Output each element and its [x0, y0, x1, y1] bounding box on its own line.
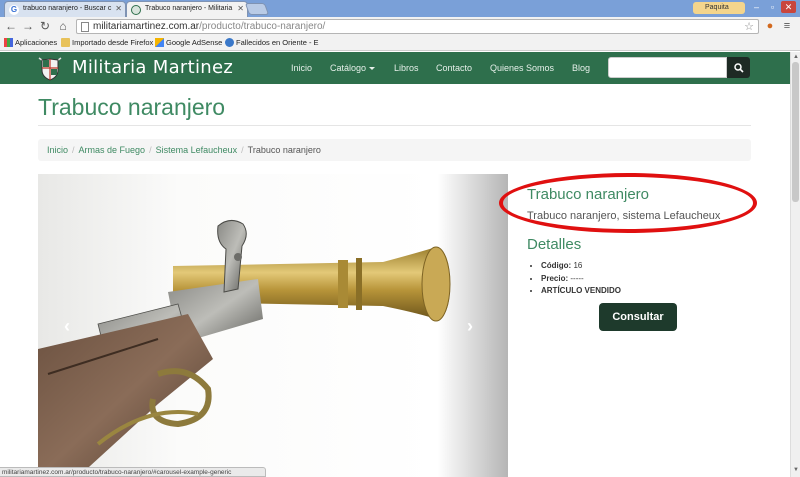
consultar-button[interactable]: Consultar: [599, 303, 677, 331]
new-tab-button[interactable]: [244, 3, 270, 15]
bookmark-aplicaciones[interactable]: Aplicaciones: [4, 38, 57, 47]
bookmark-label: Fallecidos en Oriente - E: [236, 38, 319, 47]
price-label: Precio:: [541, 273, 569, 283]
bookmark-label: Google AdSense: [166, 38, 223, 47]
site-navbar: Militaria Martinez Inicio Catálogo Libro…: [0, 52, 790, 84]
page-viewport: Militaria Martinez Inicio Catálogo Libro…: [0, 52, 790, 477]
tab-title: Trabuco naranjero - Militaria: [145, 5, 233, 12]
breadcrumb-sistema[interactable]: Sistema Lefaucheux: [156, 145, 238, 155]
nav-blog[interactable]: Blog: [572, 63, 590, 73]
breadcrumb-separator: /: [72, 145, 75, 155]
bookmarks-bar: Aplicaciones Importado desde Firefox Goo…: [0, 36, 800, 51]
close-icon[interactable]: ✕: [115, 4, 122, 13]
logo-emblem-icon[interactable]: [36, 54, 64, 82]
menu-icon[interactable]: ≡: [781, 20, 793, 32]
browser-tab-strip: G trabuco naranjero - Buscar c ✕ Trabuco…: [0, 0, 800, 17]
highlight-ellipse: [499, 173, 757, 233]
breadcrumb-separator: /: [149, 145, 152, 155]
site-brand[interactable]: Militaria Martinez: [72, 57, 233, 78]
home-icon[interactable]: ⌂: [56, 20, 70, 33]
bookmark-fallecidos[interactable]: Fallecidos en Oriente - E: [225, 38, 319, 47]
product-image-carousel[interactable]: ‹ ›: [38, 174, 508, 477]
carousel-next-icon[interactable]: ›: [467, 316, 473, 337]
site-search-input[interactable]: [608, 57, 727, 78]
url-path: /producto/trabuco-naranjero/: [199, 21, 326, 32]
url-host: militariamartinez.com.ar: [93, 21, 200, 32]
status-bar: militariamartinez.com.ar/producto/trabuc…: [0, 467, 266, 477]
forward-arrow-icon[interactable]: →: [21, 20, 35, 33]
code-label: Código:: [541, 261, 572, 270]
tab-militaria[interactable]: Trabuco naranjero - Militaria ✕: [126, 1, 248, 17]
nav-catalogo-label: Catálogo: [330, 63, 367, 73]
details-list: Código: 16 Precio: ----- ARTÍCULO VENDID…: [541, 261, 621, 299]
site-icon: [131, 5, 141, 15]
minimize-icon[interactable]: –: [749, 1, 764, 13]
breadcrumb: Inicio / Armas de Fuego / Sistema Lefaucheux…: [38, 139, 751, 161]
adsense-icon: [155, 38, 164, 47]
reload-icon[interactable]: ↻: [38, 20, 52, 33]
apps-grid-icon: [4, 38, 13, 47]
bookmark-star-icon[interactable]: ☆: [744, 20, 754, 33]
info-icon: [225, 38, 234, 47]
breadcrumb-inicio[interactable]: Inicio: [47, 145, 68, 155]
browser-toolbar: ← → ↻ ⌂ militariamartinez.com.ar/product…: [0, 17, 800, 36]
caret-down-icon: [369, 67, 376, 71]
scroll-thumb[interactable]: [792, 62, 799, 202]
user-profile-button[interactable]: Paquita: [693, 2, 745, 14]
bookmark-label: Aplicaciones: [15, 38, 58, 47]
folder-icon: [61, 38, 70, 47]
nav-catalogo[interactable]: Catálogo: [330, 63, 376, 73]
list-item: Código: 16: [541, 261, 621, 270]
breadcrumb-current: Trabuco naranjero: [247, 145, 321, 155]
price-value: -----: [570, 273, 584, 283]
list-item: ARTÍCULO VENDIDO: [541, 286, 621, 295]
extension-icon[interactable]: ●: [764, 20, 776, 32]
page-icon: [81, 22, 89, 32]
close-icon[interactable]: ✕: [237, 4, 244, 13]
user-name: Paquita: [705, 4, 729, 11]
search-button[interactable]: [727, 57, 750, 78]
carousel-prev-icon[interactable]: ‹: [64, 316, 70, 337]
page-scrollbar[interactable]: ▲ ▼: [790, 52, 800, 477]
close-window-icon[interactable]: ✕: [781, 1, 796, 13]
nav-libros[interactable]: Libros: [394, 63, 419, 73]
page-title: Trabuco naranjero: [38, 94, 226, 120]
tab-google-search[interactable]: G trabuco naranjero - Buscar c ✕: [4, 1, 126, 17]
breadcrumb-separator: /: [241, 145, 244, 155]
bookmark-label: Importado desde Firefox: [72, 38, 154, 47]
breadcrumb-armas[interactable]: Armas de Fuego: [79, 145, 146, 155]
nav-contacto[interactable]: Contacto: [436, 63, 472, 73]
scroll-down-icon[interactable]: ▼: [792, 466, 800, 474]
bookmark-importado[interactable]: Importado desde Firefox: [61, 38, 153, 47]
google-icon: G: [9, 5, 19, 15]
nav-inicio[interactable]: Inicio: [291, 63, 312, 73]
title-divider: [38, 125, 751, 126]
list-item: Precio: -----: [541, 274, 621, 283]
details-heading: Detalles: [527, 236, 582, 253]
nav-quienes-somos[interactable]: Quienes Somos: [490, 63, 554, 73]
product-photo-blunderbuss: [38, 174, 508, 477]
address-bar[interactable]: militariamartinez.com.ar/producto/trabuc…: [76, 19, 759, 34]
maximize-icon[interactable]: ▫: [765, 1, 780, 13]
bookmark-adsense[interactable]: Google AdSense: [155, 38, 222, 47]
search-icon: [733, 63, 744, 73]
back-arrow-icon[interactable]: ←: [4, 20, 18, 33]
sold-label: ARTÍCULO VENDIDO: [541, 286, 621, 295]
scroll-up-icon[interactable]: ▲: [792, 53, 800, 61]
tab-title: trabuco naranjero - Buscar c: [23, 5, 112, 12]
code-value: 16: [573, 261, 583, 270]
